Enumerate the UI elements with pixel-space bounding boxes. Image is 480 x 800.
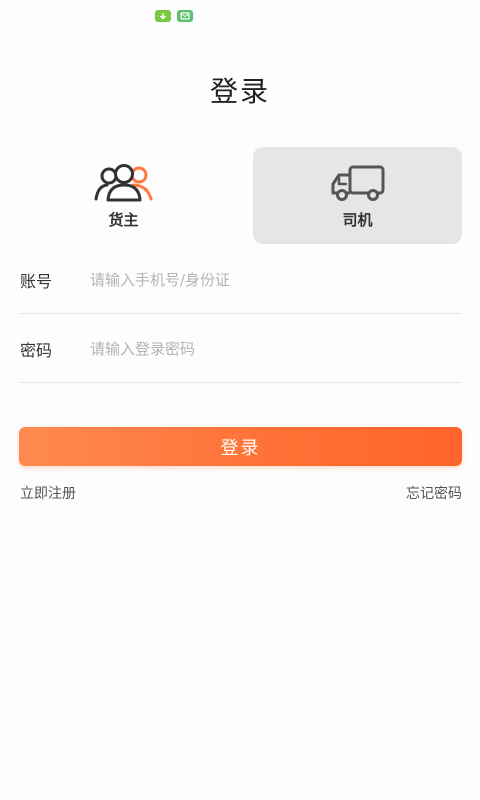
role-option-driver[interactable]: 司机 <box>253 147 462 244</box>
register-link[interactable]: 立即注册 <box>20 483 76 503</box>
users-icon <box>94 164 152 202</box>
account-row: 账号 <box>20 246 462 314</box>
account-input[interactable] <box>88 264 452 296</box>
account-label: 账号 <box>20 272 53 291</box>
message-icon <box>177 10 193 22</box>
password-row: 密码 <box>20 315 462 383</box>
truck-icon <box>331 165 384 201</box>
role-label-shipper: 货主 <box>108 211 139 229</box>
password-input[interactable] <box>88 333 452 365</box>
download-icon <box>155 10 171 22</box>
role-label-driver: 司机 <box>342 211 373 229</box>
page-title: 登录 <box>209 75 270 108</box>
login-button[interactable]: 登录 <box>19 427 462 466</box>
password-label: 密码 <box>20 341 53 360</box>
status-bar <box>0 0 480 30</box>
forgot-password-link[interactable]: 忘记密码 <box>406 483 462 503</box>
role-option-shipper[interactable]: 货主 <box>19 147 228 244</box>
